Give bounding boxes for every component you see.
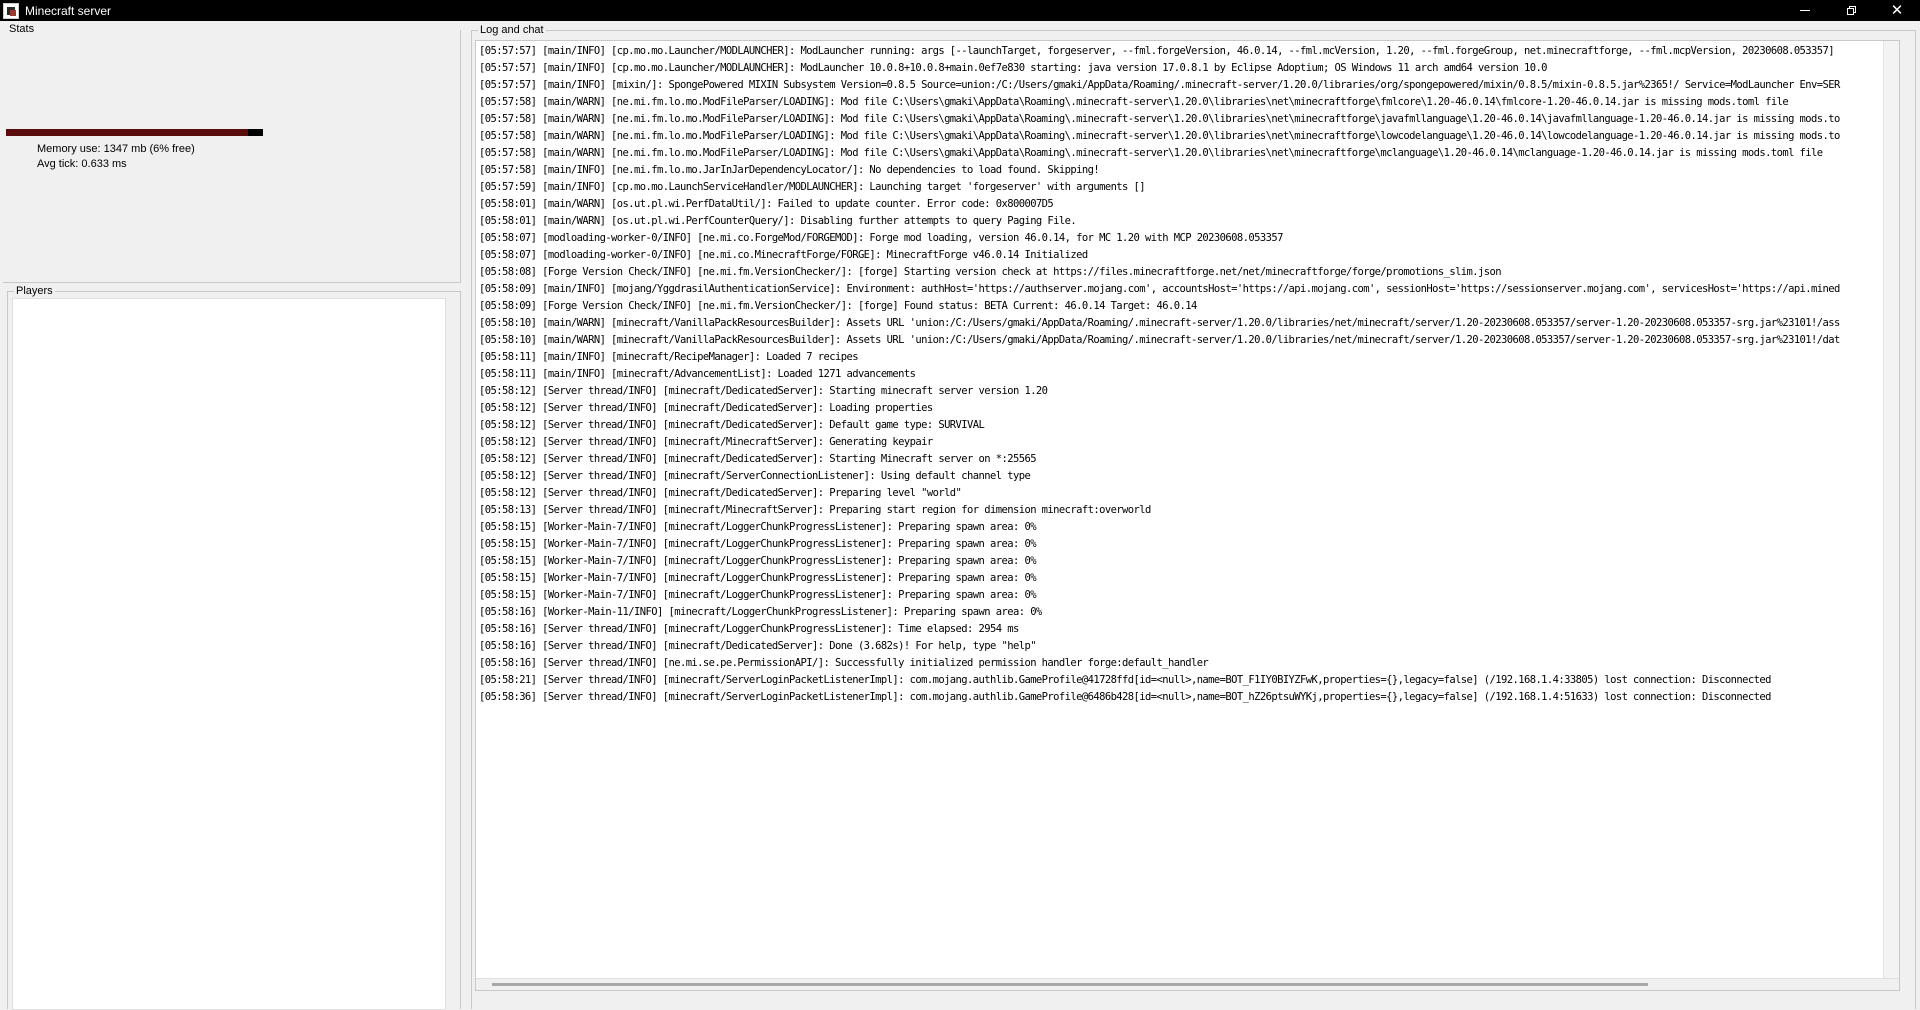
log-line: [05:57:57] [main/INFO] [mixin/]: SpongeP… — [479, 79, 1840, 91]
minimize-button[interactable] — [1782, 0, 1828, 21]
log-line: [05:58:16] [Server thread/INFO] [minecra… — [479, 623, 1019, 635]
log-line: [05:58:12] [Server thread/INFO] [minecra… — [479, 453, 1037, 465]
close-button[interactable]: ✕ — [1874, 0, 1920, 21]
players-label: Players — [14, 284, 55, 298]
log-line: [05:58:01] [main/WARN] [os.ut.pl.wi.Perf… — [479, 198, 1054, 210]
minimize-icon — [1800, 10, 1810, 11]
log-line: [05:58:21] [Server thread/INFO] [minecra… — [479, 674, 1771, 686]
log-line: [05:58:13] [Server thread/INFO] [minecra… — [479, 504, 1151, 516]
log-line: [05:57:58] [main/WARN] [ne.mi.fm.lo.mo.M… — [479, 147, 1823, 159]
log-line: [05:58:15] [Worker-Main-7/INFO] [minecra… — [479, 555, 1037, 567]
log-line: [05:58:10] [main/WARN] [minecraft/Vanill… — [479, 334, 1840, 346]
log-line: [05:58:09] [Forge Version Check/INFO] [n… — [479, 300, 1197, 312]
log-line: [05:57:57] [main/INFO] [cp.mo.mo.Launche… — [479, 45, 1835, 57]
window-controls: ✕ — [1782, 0, 1920, 21]
log-line: [05:58:12] [Server thread/INFO] [minecra… — [479, 402, 933, 414]
log-horizontal-scrollbar[interactable] — [476, 978, 1899, 990]
log-line: [05:58:15] [Worker-Main-7/INFO] [minecra… — [479, 538, 1037, 550]
restore-button[interactable] — [1828, 0, 1874, 21]
log-line: [05:58:01] [main/WARN] [os.ut.pl.wi.Perf… — [479, 215, 1077, 227]
memory-usage-bar — [6, 129, 263, 136]
log-vertical-scrollbar[interactable] — [1883, 41, 1899, 980]
log-text-area[interactable]: [05:57:57] [main/INFO] [cp.mo.mo.Launche… — [475, 40, 1900, 991]
restore-icon — [1846, 6, 1856, 15]
log-line: [05:58:12] [Server thread/INFO] [minecra… — [479, 419, 985, 431]
log-horizontal-scroll-thumb[interactable] — [492, 983, 1648, 986]
log-line: [05:58:15] [Worker-Main-7/INFO] [minecra… — [479, 589, 1037, 601]
title-bar[interactable]: Minecraft server ✕ — [0, 0, 1920, 21]
log-line: [05:58:07] [modloading-worker-0/INFO] [n… — [479, 232, 1283, 244]
log-line: [05:58:16] [Worker-Main-11/INFO] [minecr… — [479, 606, 1042, 618]
log-line: [05:58:12] [Server thread/INFO] [minecra… — [479, 487, 962, 499]
memory-usage-bar-fill — [6, 129, 248, 136]
log-line: [05:57:59] [main/INFO] [cp.mo.mo.LaunchS… — [479, 181, 1146, 193]
players-panel: Players — [7, 284, 461, 1010]
stats-label: Stats — [7, 22, 37, 36]
log-line: [05:57:58] [main/WARN] [ne.mi.fm.lo.mo.M… — [479, 113, 1840, 125]
log-line: [05:58:11] [main/INFO] [minecraft/Recipe… — [479, 351, 859, 363]
log-line: [05:57:58] [main/WARN] [ne.mi.fm.lo.mo.M… — [479, 130, 1840, 142]
log-line: [05:57:58] [main/WARN] [ne.mi.fm.lo.mo.M… — [479, 96, 1789, 108]
window-title: Minecraft server — [25, 3, 112, 18]
log-line: [05:58:16] [Server thread/INFO] [ne.mi.s… — [479, 657, 1209, 669]
log-line: [05:57:58] [main/INFO] [ne.mi.fm.lo.mo.J… — [479, 164, 1100, 176]
log-line: [05:58:11] [main/INFO] [minecraft/Advanc… — [479, 368, 916, 380]
log-line: [05:57:57] [main/INFO] [cp.mo.mo.Launche… — [479, 62, 1548, 74]
log-line: [05:58:12] [Server thread/INFO] [minecra… — [479, 436, 933, 448]
stats-panel: Stats Memory use: 1347 mb (6% free) Avg … — [3, 22, 461, 283]
log-line: [05:58:12] [Server thread/INFO] [minecra… — [479, 470, 1031, 482]
log-and-chat-panel: Log and chat [05:57:57] [main/INFO] [cp.… — [471, 23, 1916, 1009]
log-line: [05:58:36] [Server thread/INFO] [minecra… — [479, 691, 1771, 703]
memory-use-text: Memory use: 1347 mb (6% free) — [37, 143, 195, 155]
avg-tick-text: Avg tick: 0.633 ms — [37, 158, 127, 170]
log-lines: [05:57:57] [main/INFO] [cp.mo.mo.Launche… — [479, 43, 1840, 706]
log-line: [05:58:08] [Forge Version Check/INFO] [n… — [479, 266, 1502, 278]
players-list[interactable] — [12, 298, 446, 1010]
log-line: [05:58:10] [main/WARN] [minecraft/Vanill… — [479, 317, 1840, 329]
log-line: [05:58:09] [main/INFO] [mojang/Yggdrasil… — [479, 283, 1840, 295]
log-line: [05:58:07] [modloading-worker-0/INFO] [n… — [479, 249, 1088, 261]
close-icon: ✕ — [1890, 1, 1904, 19]
log-line: [05:58:12] [Server thread/INFO] [minecra… — [479, 385, 1048, 397]
log-line: [05:58:16] [Server thread/INFO] [minecra… — [479, 640, 1037, 652]
minecraft-server-icon — [3, 2, 19, 19]
log-and-chat-label: Log and chat — [478, 23, 546, 37]
log-line: [05:58:15] [Worker-Main-7/INFO] [minecra… — [479, 521, 1037, 533]
log-line: [05:58:15] [Worker-Main-7/INFO] [minecra… — [479, 572, 1037, 584]
